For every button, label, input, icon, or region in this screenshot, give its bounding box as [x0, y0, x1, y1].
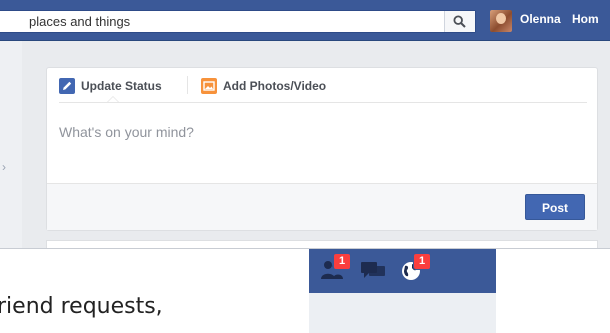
photo-icon [201, 78, 217, 94]
jewels-underlay [309, 293, 496, 333]
messages-jewel[interactable] [353, 249, 393, 293]
search-input[interactable]: places and things [29, 14, 130, 29]
avatar[interactable] [490, 10, 512, 32]
notifications-jewel[interactable]: 1 [393, 249, 433, 293]
notifications-badge: 1 [413, 253, 431, 270]
post-button[interactable]: Post [525, 194, 585, 220]
composer-tabs: Update Status Add Photos/Video [59, 68, 587, 103]
status-textarea[interactable]: What's on your mind? [59, 124, 194, 140]
top-bar: places and things Olenna Hom [0, 0, 610, 41]
tab-update-status[interactable]: Update Status [59, 78, 162, 94]
search-icon [453, 15, 466, 28]
friend-requests-jewel[interactable]: 1 [313, 249, 353, 293]
status-composer: Update Status Add Photos/Video What's on… [46, 67, 598, 231]
messages-icon [361, 262, 385, 278]
tab-divider [187, 76, 188, 94]
friend-requests-badge: 1 [333, 253, 351, 270]
pencil-icon [59, 78, 75, 94]
notification-jewels: 1 1 [309, 249, 496, 293]
tab-add-photos[interactable]: Add Photos/Video [201, 78, 326, 94]
search-box[interactable]: places and things [0, 10, 476, 33]
composer-footer: Post [47, 183, 597, 230]
active-tab-caret [107, 96, 119, 102]
left-column-edge: › [0, 40, 22, 248]
search-button[interactable] [444, 11, 475, 32]
screenshot-crop: › places and things Olenna Hom Update St… [0, 0, 610, 249]
caption-text: riend requests, [0, 294, 163, 319]
next-feed-card [46, 240, 598, 248]
tab-add-photos-label: Add Photos/Video [223, 79, 327, 93]
tab-update-status-label: Update Status [81, 79, 162, 93]
profile-name-link[interactable]: Olenna [520, 12, 561, 26]
left-edge-mark: › [2, 160, 6, 174]
home-link[interactable]: Hom [572, 12, 599, 26]
